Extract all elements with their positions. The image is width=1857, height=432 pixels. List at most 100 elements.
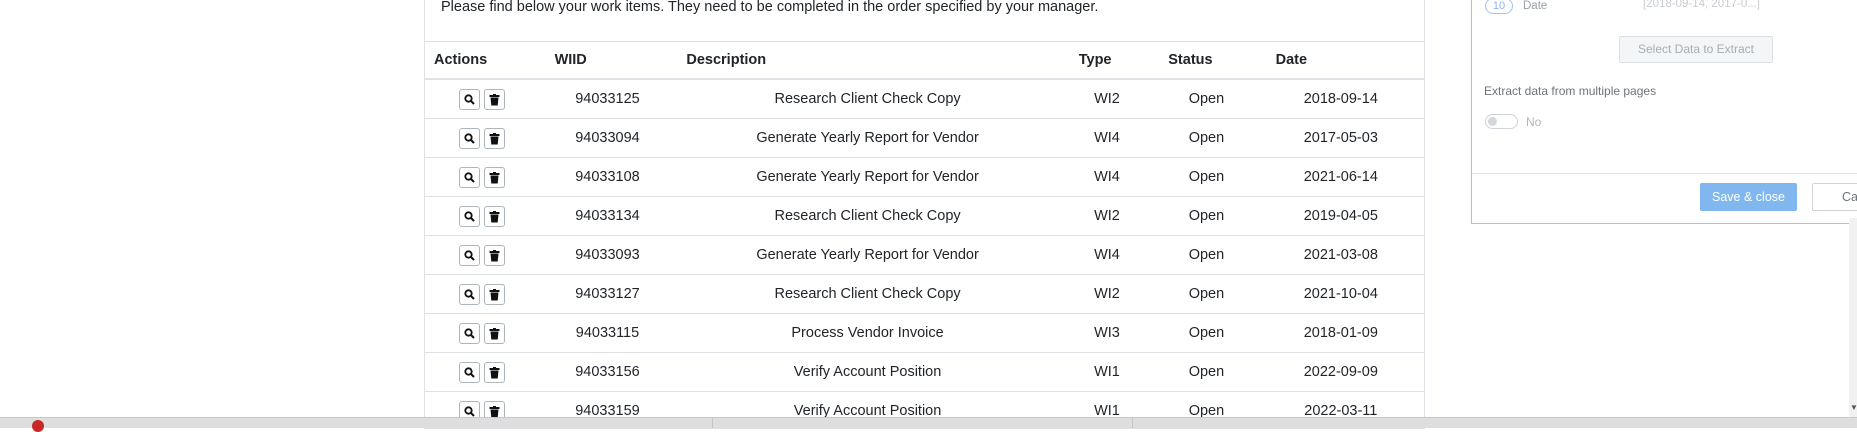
trash-icon[interactable] — [484, 166, 505, 188]
cell-date: 2018-09-14 — [1257, 78, 1424, 119]
table-row: 94033134 Research Client Check Copy WI2 Ope… — [425, 196, 1424, 236]
table-row: 94033094 Generate Yearly Report for Vendo… — [425, 118, 1424, 158]
cell-wiid: 94033125 — [538, 78, 677, 119]
cell-type: WI2 — [1058, 196, 1156, 236]
table-row: 94033156 Verify Account Position WI1 Open 20… — [425, 352, 1424, 392]
multi-page-label: Extract data from multiple pages — [1484, 84, 1657, 98]
header-type[interactable]: Type — [1058, 41, 1156, 80]
date-field-label: Date — [1523, 0, 1548, 12]
table-header-row: Actions WIID Description Type Status Dat… — [425, 41, 1424, 80]
cell-date: 2021-03-08 — [1257, 235, 1424, 275]
row-actions — [425, 78, 539, 119]
cell-wiid: 94033156 — [538, 352, 677, 392]
cell-description: Generate Yearly Report for Vendor — [676, 235, 1059, 275]
notification-icon[interactable] — [32, 420, 44, 432]
table-row: 94033127 Research Client Check Copy WI2 Ope… — [425, 274, 1424, 314]
cell-type: WI2 — [1058, 78, 1156, 119]
cell-status: Open — [1155, 235, 1258, 275]
row-actions — [425, 118, 539, 158]
cell-wiid: 94033093 — [538, 235, 677, 275]
search-icon[interactable] — [459, 166, 480, 188]
row-actions — [425, 352, 539, 392]
cell-description: Research Client Check Copy — [676, 274, 1059, 314]
table-row: 94033125 Research Client Check Copy WI2 Ope… — [425, 78, 1424, 119]
cell-date: 2018-01-09 — [1257, 313, 1424, 353]
search-icon[interactable] — [459, 361, 480, 383]
search-icon[interactable] — [459, 322, 480, 344]
cell-wiid: 94033134 — [538, 196, 677, 236]
trash-icon[interactable] — [484, 244, 505, 266]
cell-type: WI1 — [1058, 352, 1156, 392]
multi-page-toggle[interactable] — [1485, 114, 1518, 129]
cancel-button[interactable]: Ca — [1812, 183, 1857, 211]
search-icon[interactable] — [459, 127, 480, 149]
table-row: 94033115 Process Vendor Invoice WI3 Open 201… — [425, 313, 1424, 353]
row-actions — [425, 274, 539, 314]
cell-type: WI3 — [1058, 313, 1156, 353]
cell-status: Open — [1155, 274, 1258, 314]
date-preview-values: [2018-09-14, 2017-0...] — [1643, 0, 1760, 10]
extract-data-dialog: 10 Date [2018-09-14, 2017-0...] Select Da… — [1471, 0, 1857, 224]
cell-status: Open — [1155, 313, 1258, 353]
cell-status: Open — [1155, 78, 1258, 119]
search-icon[interactable] — [459, 88, 480, 110]
cell-type: WI2 — [1058, 274, 1156, 314]
cell-type: WI4 — [1058, 118, 1156, 158]
toggle-knob — [1488, 117, 1497, 126]
save-close-button[interactable]: Save & close — [1700, 183, 1797, 211]
cell-date: 2022-09-09 — [1257, 352, 1424, 392]
header-wiid[interactable]: WIID — [538, 41, 677, 80]
field-index-badge: 10 — [1485, 0, 1513, 14]
cell-description: Generate Yearly Report for Vendor — [676, 118, 1059, 158]
dialog-footer-divider — [1472, 173, 1857, 174]
cell-wiid: 94033127 — [538, 274, 677, 314]
header-status[interactable]: Status — [1155, 41, 1258, 80]
search-icon[interactable] — [459, 244, 480, 266]
trash-icon[interactable] — [484, 205, 505, 227]
cell-description: Research Client Check Copy — [676, 196, 1059, 236]
cell-date: 2017-05-03 — [1257, 118, 1424, 158]
cell-description: Process Vendor Invoice — [676, 313, 1059, 353]
cell-wiid: 94033115 — [538, 313, 677, 353]
table-row: 94033093 Generate Yearly Report for Vendo… — [425, 235, 1424, 275]
work-items-panel: Please find below your work items. They … — [424, 0, 1425, 429]
page: Please find below your work items. They … — [0, 0, 1857, 429]
cell-type: WI4 — [1058, 157, 1156, 197]
row-actions — [425, 196, 539, 236]
row-actions — [425, 157, 539, 197]
date-field-row[interactable]: 10 Date — [1485, 0, 1547, 14]
trash-icon[interactable] — [484, 127, 505, 149]
cell-description: Verify Account Position — [676, 352, 1059, 392]
row-actions — [425, 313, 539, 353]
cell-description: Generate Yearly Report for Vendor — [676, 157, 1059, 197]
cell-date: 2021-06-14 — [1257, 157, 1424, 197]
trash-icon[interactable] — [484, 322, 505, 344]
cell-wiid: 94033094 — [538, 118, 677, 158]
row-actions — [425, 235, 539, 275]
vertical-scrollbar[interactable] — [1849, 218, 1857, 417]
search-icon[interactable] — [459, 205, 480, 227]
select-data-button[interactable]: Select Data to Extract — [1619, 36, 1773, 63]
trash-icon[interactable] — [484, 361, 505, 383]
toggle-state-label: No — [1526, 115, 1542, 129]
cell-status: Open — [1155, 118, 1258, 158]
header-description[interactable]: Description — [676, 41, 1059, 80]
cell-status: Open — [1155, 352, 1258, 392]
cell-description: Research Client Check Copy — [676, 78, 1059, 119]
scroll-down-icon[interactable]: ▼ — [1850, 404, 1857, 412]
cell-wiid: 94033108 — [538, 157, 677, 197]
table-row: 94033108 Generate Yearly Report for Vendo… — [425, 157, 1424, 197]
work-items-table: Actions WIID Description Type Status Dat… — [425, 41, 1424, 428]
search-icon[interactable] — [459, 283, 480, 305]
trash-icon[interactable] — [484, 283, 505, 305]
intro-text: Please find below your work items. They … — [441, 0, 1099, 15]
cell-status: Open — [1155, 196, 1258, 236]
header-date[interactable]: Date — [1257, 41, 1424, 80]
trash-icon[interactable] — [484, 88, 505, 110]
cell-type: WI4 — [1058, 235, 1156, 275]
cell-status: Open — [1155, 157, 1258, 197]
header-actions[interactable]: Actions — [425, 41, 539, 80]
cell-date: 2019-04-05 — [1257, 196, 1424, 236]
taskbar-strip — [0, 417, 1857, 432]
cell-date: 2021-10-04 — [1257, 274, 1424, 314]
